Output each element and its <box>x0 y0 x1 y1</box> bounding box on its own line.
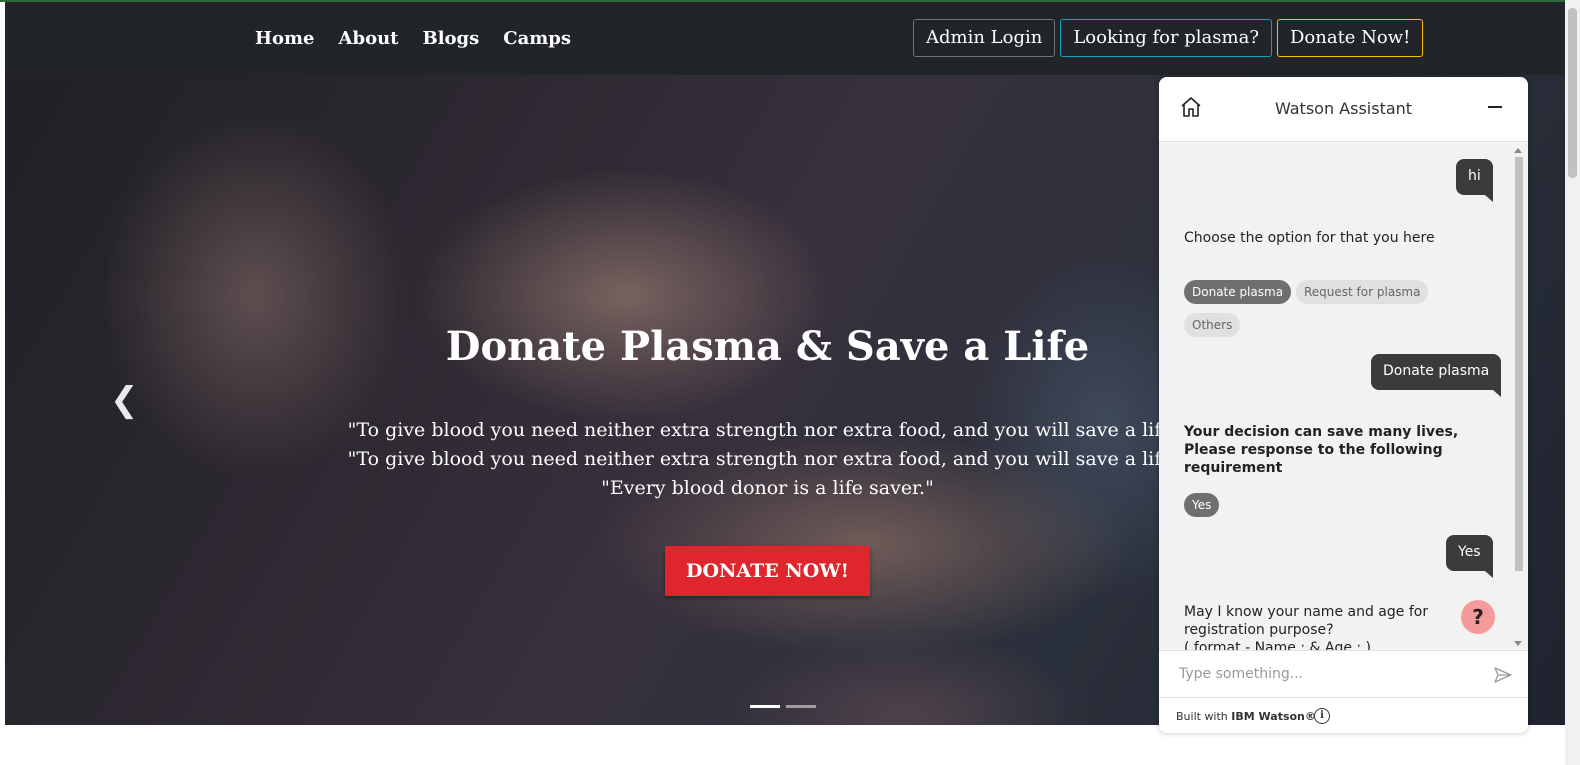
bot-message: Your decision can save many lives, Pleas… <box>1184 424 1459 476</box>
chat-header: Watson Assistant <box>1159 77 1528 142</box>
chat-scrollbar[interactable] <box>1513 145 1523 649</box>
send-icon[interactable] <box>1493 665 1513 685</box>
scroll-down-arrow-icon[interactable] <box>1514 641 1522 646</box>
chat-title: Watson Assistant <box>1274 99 1413 118</box>
option-chip-others[interactable]: Others <box>1184 313 1241 337</box>
chat-messages: hi Choose the option for that you here D… <box>1159 142 1528 650</box>
user-message: Donate plasma <box>1371 354 1502 397</box>
user-message: hi <box>1456 159 1493 202</box>
chat-footer: Built with IBM Watson® i <box>1159 697 1528 733</box>
nav-camps-link[interactable]: Camps <box>503 28 571 49</box>
built-with-prefix: Built with <box>1176 710 1228 723</box>
carousel-indicator[interactable] <box>786 705 816 708</box>
help-button[interactable]: ? <box>1461 600 1495 634</box>
built-with-text: Built with IBM Watson® <box>1176 710 1316 723</box>
info-icon[interactable]: i <box>1314 708 1330 724</box>
minimize-icon[interactable] <box>1488 106 1502 108</box>
nav-links: Home About Blogs Camps <box>255 2 571 75</box>
donate-now-nav-button[interactable]: Donate Now! <box>1276 19 1424 57</box>
carousel-indicator[interactable] <box>750 705 780 708</box>
ibm-watson-brand: IBM Watson® <box>1231 710 1316 723</box>
nav-about-link[interactable]: About <box>339 28 399 49</box>
bot-message: Choose the option for that you here <box>1184 230 1435 246</box>
page-scrollbar[interactable] <box>1565 0 1580 765</box>
chat-message-input[interactable] <box>1177 661 1481 687</box>
watson-assistant-chat: Watson Assistant hi Choose the option fo… <box>1159 77 1528 733</box>
looking-for-plasma-button[interactable]: Looking for plasma? <box>1060 19 1272 57</box>
option-chip-donate-plasma[interactable]: Donate plasma <box>1184 280 1292 304</box>
chat-input-bar <box>1159 650 1528 697</box>
nav-home-link[interactable]: Home <box>255 28 315 49</box>
option-chip-yes[interactable]: Yes <box>1184 493 1220 517</box>
nav-blogs-link[interactable]: Blogs <box>422 28 479 49</box>
chevron-left-icon[interactable]: ❮ <box>110 380 139 420</box>
bot-message-line: May I know your name and age for registr… <box>1184 604 1429 638</box>
bot-message-line: ( format - Name : & Age : ) <box>1184 640 1372 650</box>
navbar: Home About Blogs Camps Admin Login Looki… <box>5 2 1565 75</box>
carousel-indicators <box>750 705 816 708</box>
user-message: Yes <box>1446 535 1493 578</box>
scroll-up-arrow-icon[interactable] <box>1514 148 1522 153</box>
bot-message: May I know your name and age for registr… <box>1184 603 1469 650</box>
hero-donate-now-button[interactable]: DONATE NOW! <box>665 546 870 596</box>
admin-login-button[interactable]: Admin Login <box>913 19 1056 57</box>
chat-scroll-thumb[interactable] <box>1515 157 1523 571</box>
page-scroll-thumb[interactable] <box>1568 8 1577 178</box>
option-chip-request-plasma[interactable]: Request for plasma <box>1296 280 1429 304</box>
nav-buttons: Admin Login Looking for plasma? Donate N… <box>913 19 1424 57</box>
